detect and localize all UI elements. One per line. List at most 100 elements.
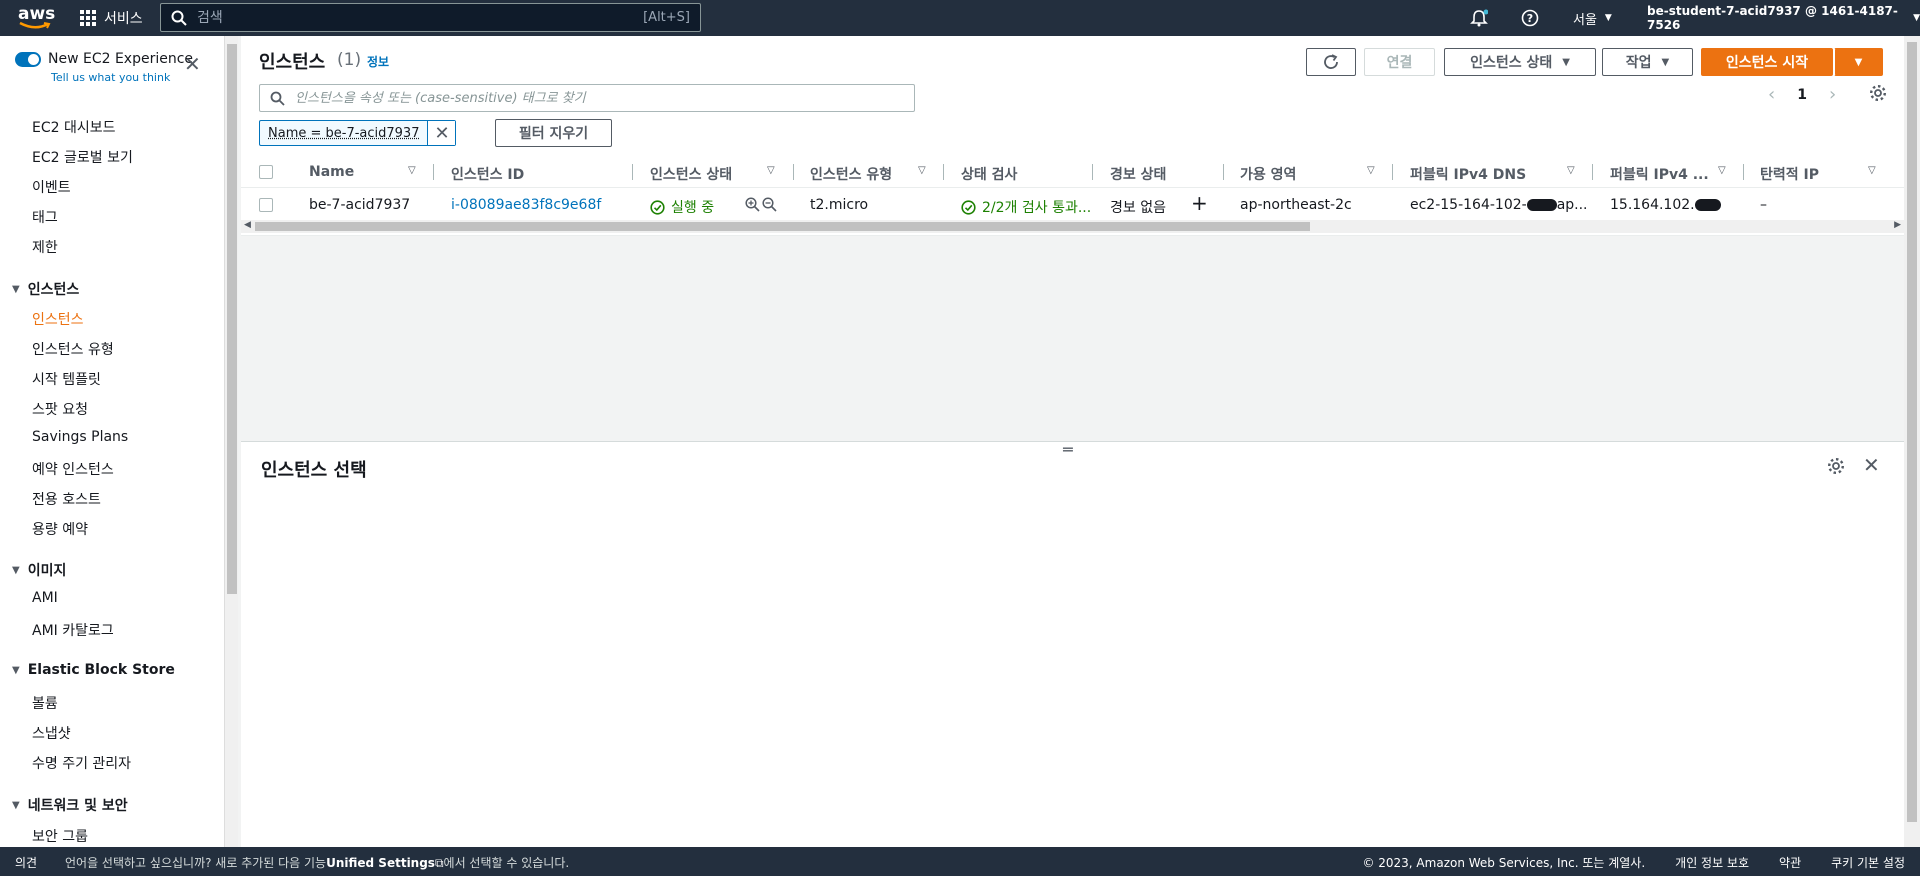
sidebar-section-ebs[interactable]: ▼ Elastic Block Store bbox=[12, 662, 175, 678]
sidebar-section-network-security[interactable]: ▼ 네트워크 및 보안 bbox=[12, 795, 128, 815]
column-header-instance-type[interactable]: 인스턴스 유형 bbox=[810, 164, 892, 184]
sidebar-item-launch-templates[interactable]: 시작 템플릿 bbox=[32, 369, 101, 389]
sidebar-item-instances[interactable]: 인스턴스 bbox=[32, 309, 84, 329]
sort-icon[interactable]: ▽ bbox=[408, 165, 416, 176]
sidebar-item-events[interactable]: 이벤트 bbox=[32, 177, 71, 197]
sidebar-item-volumes[interactable]: 볼륨 bbox=[32, 693, 58, 713]
column-header-instance-id[interactable]: 인스턴스 ID bbox=[451, 164, 524, 184]
sidebar-item-savings-plans[interactable]: Savings Plans bbox=[32, 429, 128, 445]
launch-instance-button[interactable]: 인스턴스 시작 bbox=[1701, 48, 1833, 76]
column-divider[interactable] bbox=[1392, 164, 1393, 180]
column-divider[interactable] bbox=[632, 164, 633, 180]
connect-button[interactable]: 연결 bbox=[1364, 48, 1435, 76]
column-divider[interactable] bbox=[1592, 164, 1593, 180]
aws-logo[interactable]: aws bbox=[18, 4, 55, 32]
column-divider[interactable] bbox=[1092, 164, 1093, 180]
row-checkbox[interactable] bbox=[259, 198, 273, 212]
column-header-instance-state[interactable]: 인스턴스 상태 bbox=[650, 164, 732, 184]
global-search[interactable]: [Alt+S] bbox=[160, 3, 701, 32]
column-divider[interactable] bbox=[1223, 164, 1224, 180]
account-menu[interactable]: be-student-7-acid7937 @ 1461-4187-7526 ▼ bbox=[1647, 0, 1920, 36]
unified-settings-link[interactable]: Unified Settings bbox=[326, 856, 435, 870]
cookie-preferences-link[interactable]: 쿠키 기본 설정 bbox=[1831, 854, 1905, 871]
sidebar-item-reserved-instances[interactable]: 예약 인스턴스 bbox=[32, 459, 114, 479]
table-horizontal-scrollbar[interactable]: ◀ ▶ bbox=[241, 220, 1904, 233]
sidebar-item-instance-types[interactable]: 인스턴스 유형 bbox=[32, 339, 114, 359]
close-icon[interactable]: ✕ bbox=[427, 121, 456, 145]
scrollbar-thumb[interactable] bbox=[1907, 42, 1917, 822]
launch-options-dropdown[interactable]: ▼ bbox=[1834, 48, 1883, 76]
feedback-button[interactable]: 의견 bbox=[15, 854, 37, 871]
help-button[interactable]: ? bbox=[1521, 0, 1539, 36]
select-all-checkbox[interactable] bbox=[259, 165, 273, 179]
scroll-right-icon[interactable]: ▶ bbox=[1894, 220, 1901, 230]
sort-icon[interactable]: ▽ bbox=[767, 165, 775, 176]
table-row[interactable]: be-7-acid7937 i-08089ae83f8c9e68f 실행 중 t… bbox=[241, 188, 1904, 222]
sidebar-scrollbar[interactable] bbox=[224, 36, 238, 847]
filter-token-text[interactable]: Name = be-7-acid7937 bbox=[260, 126, 427, 141]
region-selector[interactable]: 서울 ▼ bbox=[1573, 0, 1612, 36]
plus-icon[interactable]: + bbox=[1191, 191, 1208, 215]
clear-filters-button[interactable]: 필터 지우기 bbox=[495, 119, 612, 147]
sidebar-section-images[interactable]: ▼ 이미지 bbox=[12, 560, 66, 580]
column-header-alarm-status[interactable]: 경보 상태 bbox=[1110, 164, 1166, 184]
sort-icon[interactable]: ▽ bbox=[1718, 165, 1726, 176]
column-divider[interactable] bbox=[793, 164, 794, 180]
instance-filter[interactable] bbox=[259, 84, 915, 112]
services-menu-button[interactable]: 서비스 bbox=[80, 5, 143, 31]
actions-dropdown[interactable]: 작업 ▼ bbox=[1602, 48, 1693, 76]
filter-token[interactable]: Name = be-7-acid7937 ✕ bbox=[259, 120, 457, 146]
instance-state-dropdown[interactable]: 인스턴스 상태 ▼ bbox=[1444, 48, 1596, 76]
sidebar-item-security-groups[interactable]: 보안 그룹 bbox=[32, 826, 88, 846]
sidebar-item-dedicated-hosts[interactable]: 전용 호스트 bbox=[32, 489, 101, 509]
column-divider[interactable] bbox=[433, 164, 434, 180]
sidebar-item-ami-catalog[interactable]: AMI 카탈로그 bbox=[32, 620, 114, 640]
preferences-button[interactable] bbox=[1869, 84, 1887, 102]
scrollbar-thumb[interactable] bbox=[255, 222, 1310, 231]
resize-handle-icon[interactable]: ═ bbox=[1063, 440, 1073, 459]
privacy-link[interactable]: 개인 정보 보호 bbox=[1675, 854, 1749, 871]
column-header-elastic-ip[interactable]: 탄력적 IP bbox=[1760, 164, 1819, 184]
column-header-public-ipv4[interactable]: 퍼블릭 IPv4 ... bbox=[1610, 164, 1709, 184]
sidebar-section-instances[interactable]: ▼ 인스턴스 bbox=[12, 279, 79, 299]
sidebar-item-ami[interactable]: AMI bbox=[32, 590, 58, 606]
sort-icon[interactable]: ▽ bbox=[1868, 165, 1876, 176]
column-header-name[interactable]: Name bbox=[309, 164, 354, 180]
column-divider[interactable] bbox=[943, 164, 944, 180]
filter-input[interactable] bbox=[295, 90, 904, 106]
sidebar-item-global-view[interactable]: EC2 글로벌 보기 bbox=[32, 147, 133, 167]
sort-icon[interactable]: ▽ bbox=[1367, 165, 1375, 176]
sidebar-item-tags[interactable]: 태그 bbox=[32, 207, 58, 227]
column-header-availability-zone[interactable]: 가용 영역 bbox=[1240, 164, 1296, 184]
details-settings-button[interactable] bbox=[1827, 457, 1845, 479]
chevron-left-icon[interactable]: ‹ bbox=[1768, 84, 1775, 105]
column-header-public-dns[interactable]: 퍼블릭 IPv4 DNS bbox=[1410, 164, 1526, 184]
scroll-left-icon[interactable]: ◀ bbox=[244, 220, 251, 230]
sidebar-item-lifecycle-manager[interactable]: 수명 주기 관리자 bbox=[32, 753, 131, 773]
search-input[interactable] bbox=[197, 9, 644, 26]
refresh-button[interactable] bbox=[1306, 48, 1356, 76]
instance-id-link[interactable]: i-08089ae83f8c9e68f bbox=[451, 197, 601, 213]
page-number[interactable]: 1 bbox=[1797, 87, 1807, 103]
close-icon[interactable]: ✕ bbox=[1863, 453, 1880, 477]
info-link[interactable]: 정보 bbox=[367, 53, 389, 70]
column-header-status-check[interactable]: 상태 검사 bbox=[961, 164, 1017, 184]
zoom-in-icon[interactable] bbox=[745, 197, 760, 212]
feedback-link[interactable]: Tell us what you think bbox=[51, 71, 170, 84]
chevron-right-icon[interactable]: › bbox=[1829, 84, 1836, 105]
page-scrollbar[interactable] bbox=[1904, 36, 1920, 847]
sort-icon[interactable]: ▽ bbox=[1567, 165, 1575, 176]
sidebar-item-snapshots[interactable]: 스냅샷 bbox=[32, 723, 71, 743]
close-icon[interactable]: ✕ bbox=[184, 52, 201, 76]
notifications-button[interactable] bbox=[1470, 0, 1488, 36]
zoom-out-icon[interactable] bbox=[762, 197, 777, 212]
sidebar-item-spot-requests[interactable]: 스팟 요청 bbox=[32, 399, 88, 419]
sidebar-item-dashboard[interactable]: EC2 대시보드 bbox=[32, 117, 116, 137]
terms-link[interactable]: 약관 bbox=[1779, 854, 1801, 871]
scrollbar-thumb[interactable] bbox=[227, 44, 237, 594]
sidebar-item-capacity-reservations[interactable]: 용량 예약 bbox=[32, 519, 88, 539]
sidebar-item-limits[interactable]: 제한 bbox=[32, 237, 58, 257]
new-experience-toggle[interactable] bbox=[15, 52, 41, 67]
column-divider[interactable] bbox=[1743, 164, 1744, 180]
sort-icon[interactable]: ▽ bbox=[918, 165, 926, 176]
